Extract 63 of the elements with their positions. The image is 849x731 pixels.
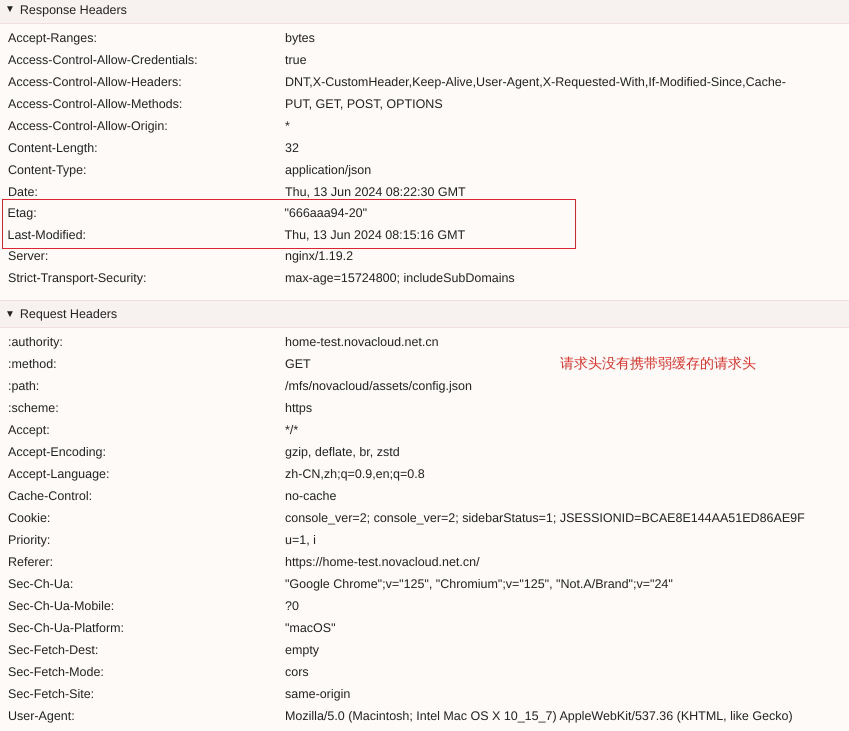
header-value: zh-CN,zh;q=0.9,en;q=0.8 bbox=[285, 467, 425, 481]
header-name: Referer: bbox=[7, 555, 54, 569]
header-name: Sec-Ch-Ua-Platform: bbox=[7, 621, 125, 635]
header-name: Content-Type: bbox=[7, 163, 88, 177]
section-header[interactable]: ▼ Response Headers bbox=[0, 0, 849, 24]
header-name: Sec-Ch-Ua: bbox=[7, 577, 74, 591]
header-name: Sec-Fetch-Dest: bbox=[7, 643, 100, 657]
header-name: Sec-Fetch-Site: bbox=[7, 687, 96, 701]
header-value: true bbox=[285, 53, 307, 67]
header-name: Sec-Ch-Ua-Mobile: bbox=[7, 599, 116, 613]
header-value: home-test.novacloud.net.cn bbox=[285, 335, 439, 349]
header-value: Thu, 13 Jun 2024 08:15:16 GMT bbox=[284, 228, 466, 242]
header-name: :method: bbox=[7, 357, 58, 371]
header-name: Strict-Transport-Security: bbox=[7, 271, 148, 285]
header-value: Thu, 13 Jun 2024 08:22:30 GMT bbox=[285, 185, 466, 199]
header-name: Sec-Fetch-Mode: bbox=[7, 665, 105, 679]
header-name: Etag: bbox=[6, 206, 38, 220]
header-name: Date: bbox=[7, 185, 39, 199]
header-name: Access-Control-Allow-Methods: bbox=[7, 97, 184, 111]
header-value: https bbox=[285, 401, 312, 415]
header-value: no-cache bbox=[285, 489, 336, 503]
header-name: Access-Control-Allow-Credentials: bbox=[7, 53, 199, 67]
header-name: Accept: bbox=[7, 423, 51, 437]
header-value: "Google Chrome";v="125", "Chromium";v="125", "Not.A/Brand";v="24" bbox=[285, 577, 673, 591]
header-name: Access-Control-Allow-Headers: bbox=[7, 75, 183, 89]
header-value: * bbox=[285, 119, 290, 133]
header-name: Server: bbox=[7, 249, 50, 263]
header-name: Cookie: bbox=[7, 511, 52, 525]
header-value: same-origin bbox=[285, 687, 350, 701]
header-name: :path: bbox=[7, 379, 40, 393]
header-value: PUT, GET, POST, OPTIONS bbox=[285, 97, 443, 111]
header-name: Last-Modified: bbox=[6, 228, 88, 242]
header-name: Access-Control-Allow-Origin: bbox=[7, 119, 169, 133]
header-value: Mozilla/5.0 (Macintosh; Intel Mac OS X 10_15_7) AppleWebKit/537.36 (KHTML, like Gecko) bbox=[285, 709, 793, 723]
header-value: gzip, deflate, br, zstd bbox=[285, 445, 400, 459]
header-value: ?0 bbox=[285, 599, 299, 613]
header-value: https://home-test.novacloud.net.cn/ bbox=[285, 555, 480, 569]
header-value: 32 bbox=[285, 141, 299, 155]
header-value: max-age=15724800; includeSubDomains bbox=[285, 271, 515, 285]
header-value: "666aaa94-20" bbox=[284, 206, 368, 220]
header-value: */* bbox=[285, 423, 298, 437]
header-value: application/json bbox=[285, 163, 372, 177]
header-value: GET bbox=[285, 357, 311, 371]
header-value: /mfs/novacloud/assets/config.json bbox=[285, 379, 472, 393]
header-name: User-Agent: bbox=[7, 709, 76, 723]
header-value: bytes bbox=[285, 31, 315, 45]
header-value: u=1, i bbox=[285, 533, 316, 547]
header-name: :authority: bbox=[7, 335, 64, 349]
annotation-text: 请求头没有携带弱缓存的请求头 bbox=[560, 355, 756, 373]
header-name: Accept-Language: bbox=[7, 467, 110, 481]
header-value: console_ver=2; console_ver=2; sidebarStatus=1; JSESSIONID=BCAE8E144AA51ED86AE9F bbox=[285, 511, 805, 525]
header-name: Accept-Encoding: bbox=[7, 445, 107, 459]
header-name: Priority: bbox=[7, 533, 52, 547]
header-value: "macOS" bbox=[285, 621, 336, 635]
header-value: empty bbox=[285, 643, 320, 657]
header-value: DNT,X-CustomHeader,Keep-Alive,User-Agent,X-Requested-With,If-Modified-Since,Cache- bbox=[285, 75, 786, 89]
header-value: cors bbox=[285, 665, 309, 679]
header-value: nginx/1.19.2 bbox=[285, 249, 354, 263]
header-name: :scheme: bbox=[7, 401, 60, 415]
section-header[interactable]: ▼ Request Headers bbox=[0, 300, 849, 328]
header-name: Cache-Control: bbox=[7, 489, 94, 503]
header-name: Content-Length: bbox=[7, 141, 99, 155]
header-name: Accept-Ranges: bbox=[7, 31, 98, 45]
